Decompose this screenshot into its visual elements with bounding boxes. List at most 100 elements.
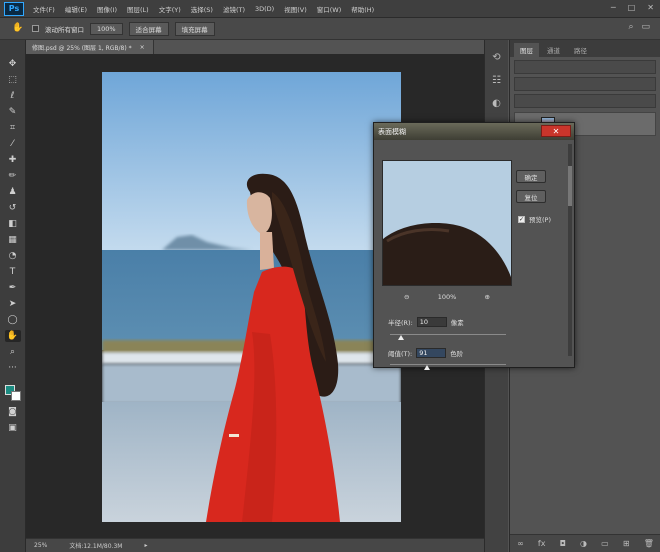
- preview-image: [383, 161, 511, 285]
- document-tab[interactable]: 修图.psd @ 25% (图层 1, RGB/8) * ×: [26, 40, 154, 54]
- threshold-slider[interactable]: [390, 364, 506, 365]
- menu-type[interactable]: 文字(Y): [154, 4, 186, 14]
- history-brush-icon[interactable]: ↺: [5, 202, 21, 214]
- adjustments-panel-icon[interactable]: ◐: [492, 98, 501, 109]
- move-icon[interactable]: ✥: [5, 58, 21, 70]
- zoom-out-icon[interactable]: ⊖: [404, 293, 409, 301]
- mask-icon[interactable]: ◘: [560, 539, 566, 548]
- hand-icon[interactable]: ✋: [4, 330, 21, 342]
- file-info[interactable]: 文档:12.1M/80.3M: [69, 541, 122, 550]
- preview-checkbox[interactable]: ✓: [518, 215, 525, 223]
- search-icon[interactable]: ⌕: [628, 22, 633, 32]
- zoom-icon[interactable]: ⌕: [5, 346, 21, 358]
- threshold-slider-thumb[interactable]: [424, 365, 430, 370]
- menu-bar: Ps 文件(F) 编辑(E) 图像(I) 图层(L) 文字(Y) 选择(S) 滤…: [0, 0, 660, 18]
- menu-3d[interactable]: 3D(D): [250, 5, 279, 13]
- fx-icon[interactable]: fx: [538, 539, 546, 548]
- history-panel-icon[interactable]: ⟲: [492, 52, 500, 63]
- options-bar: ✋ 滚动所有窗口 100% 适合屏幕 填充屏幕 ⌕ ▭: [0, 18, 660, 40]
- pen-icon[interactable]: ✒: [5, 282, 21, 294]
- stamp-icon[interactable]: ♟: [5, 186, 21, 198]
- radius-slider-thumb[interactable]: [398, 335, 404, 340]
- menu-edit[interactable]: 编辑(E): [60, 4, 92, 14]
- radius-slider[interactable]: [390, 334, 506, 335]
- screen-mode-icon[interactable]: ▣: [5, 422, 21, 434]
- app-logo: Ps: [4, 1, 24, 16]
- gradient-icon[interactable]: ▦: [5, 234, 21, 246]
- shape-icon[interactable]: ◯: [5, 314, 21, 326]
- properties-panel-icon[interactable]: ☷: [492, 75, 501, 86]
- status-arrow-icon[interactable]: ▸: [144, 542, 147, 549]
- dialog-scrollbar[interactable]: [568, 144, 572, 356]
- scroll-all-checkbox[interactable]: [32, 25, 39, 32]
- maximize-icon[interactable]: □: [628, 3, 636, 12]
- marquee-icon[interactable]: ⬚: [5, 74, 21, 86]
- fit-screen-button[interactable]: 适合屏幕: [128, 21, 169, 36]
- delete-layer-icon[interactable]: 🗑: [644, 539, 654, 548]
- filter-preview[interactable]: [382, 160, 512, 286]
- zoom-100-button[interactable]: 100%: [90, 22, 123, 35]
- reset-button[interactable]: 复位: [516, 190, 546, 203]
- menu-filter[interactable]: 滤镜(T): [218, 4, 250, 14]
- hand-tool-preset-icon[interactable]: ✋: [10, 23, 26, 35]
- menu-file[interactable]: 文件(F): [28, 4, 60, 14]
- lasso-icon[interactable]: ℓ: [5, 90, 21, 102]
- status-bar: 25% 文档:12.1M/80.3M ▸: [26, 538, 484, 552]
- preview-zoom-controls: ⊖ 100% ⊕: [404, 293, 490, 301]
- menu-view[interactable]: 视图(V): [279, 4, 312, 14]
- threshold-row: 阈值(T): 91 色阶: [388, 348, 463, 358]
- menu-help[interactable]: 帮助(H): [346, 4, 379, 14]
- menu-window[interactable]: 窗口(W): [312, 4, 347, 14]
- brush-icon[interactable]: ✏: [5, 170, 21, 182]
- menu-select[interactable]: 选择(S): [186, 4, 218, 14]
- eraser-icon[interactable]: ◧: [5, 218, 21, 230]
- close-window-icon[interactable]: ✕: [647, 3, 654, 12]
- dialog-titlebar[interactable]: 表面模糊 ✕: [374, 123, 574, 140]
- background-color-swatch[interactable]: [10, 391, 21, 401]
- crop-icon[interactable]: ⌗: [5, 122, 21, 134]
- workspace-icon[interactable]: ▭: [641, 22, 650, 32]
- more-tools-icon[interactable]: ···: [5, 362, 21, 374]
- surface-blur-dialog: 表面模糊 ✕ 确定 复位 ✓ 预览(P) ⊖ 100% ⊕ 半径(R): 10 …: [373, 122, 575, 370]
- adjustment-layer-icon[interactable]: ◑: [580, 539, 587, 548]
- radius-unit: 像素: [450, 319, 464, 327]
- document-title: 修图.psd @ 25% (图层 1, RGB/8) *: [32, 44, 132, 52]
- link-icon[interactable]: ∞: [517, 539, 524, 548]
- healing-icon[interactable]: ✚: [5, 154, 21, 166]
- layer-filter-row[interactable]: [514, 60, 656, 74]
- panel-tabs: 图层 通道 路径: [510, 40, 660, 57]
- radius-row: 半径(R): 10 像素: [388, 317, 464, 327]
- ok-button[interactable]: 确定: [516, 170, 546, 183]
- path-select-icon[interactable]: ➤: [5, 298, 21, 310]
- quick-select-icon[interactable]: ✎: [5, 106, 21, 118]
- color-swatches[interactable]: [4, 384, 22, 402]
- tab-paths[interactable]: 路径: [568, 43, 593, 57]
- tab-channels[interactable]: 通道: [541, 43, 566, 57]
- blur-icon[interactable]: ◔: [5, 250, 21, 262]
- tab-layers[interactable]: 图层: [514, 43, 539, 57]
- menu-image[interactable]: 图像(I): [92, 4, 122, 14]
- radius-input[interactable]: 10: [416, 317, 447, 327]
- blend-mode-row[interactable]: [514, 77, 656, 91]
- eyedropper-icon[interactable]: ⁄: [5, 138, 21, 150]
- preview-option[interactable]: ✓ 预览(P): [518, 214, 551, 224]
- scroll-all-label: 滚动所有窗口: [45, 25, 84, 34]
- threshold-input[interactable]: 91: [416, 348, 447, 358]
- dialog-close-button[interactable]: ✕: [541, 125, 571, 137]
- fill-screen-button[interactable]: 填充屏幕: [174, 21, 215, 36]
- radius-label: 半径(R):: [388, 319, 413, 327]
- close-tab-icon[interactable]: ×: [140, 44, 145, 51]
- document-photo[interactable]: [102, 72, 401, 522]
- quick-mask-icon[interactable]: ◙: [5, 406, 21, 418]
- minimize-icon[interactable]: ─: [611, 3, 616, 12]
- type-icon[interactable]: T: [5, 266, 21, 278]
- dialog-title: 表面模糊: [378, 127, 406, 136]
- threshold-label: 阈值(T):: [388, 350, 413, 358]
- layers-footer: ∞ fx ◘ ◑ ▭ ⊞ 🗑: [510, 534, 660, 552]
- new-layer-icon[interactable]: ⊞: [623, 539, 630, 548]
- group-icon[interactable]: ▭: [601, 539, 609, 548]
- lock-row[interactable]: [514, 94, 656, 108]
- zoom-in-icon[interactable]: ⊕: [485, 293, 490, 301]
- menu-layer[interactable]: 图层(L): [122, 4, 154, 14]
- zoom-status[interactable]: 25%: [34, 542, 47, 549]
